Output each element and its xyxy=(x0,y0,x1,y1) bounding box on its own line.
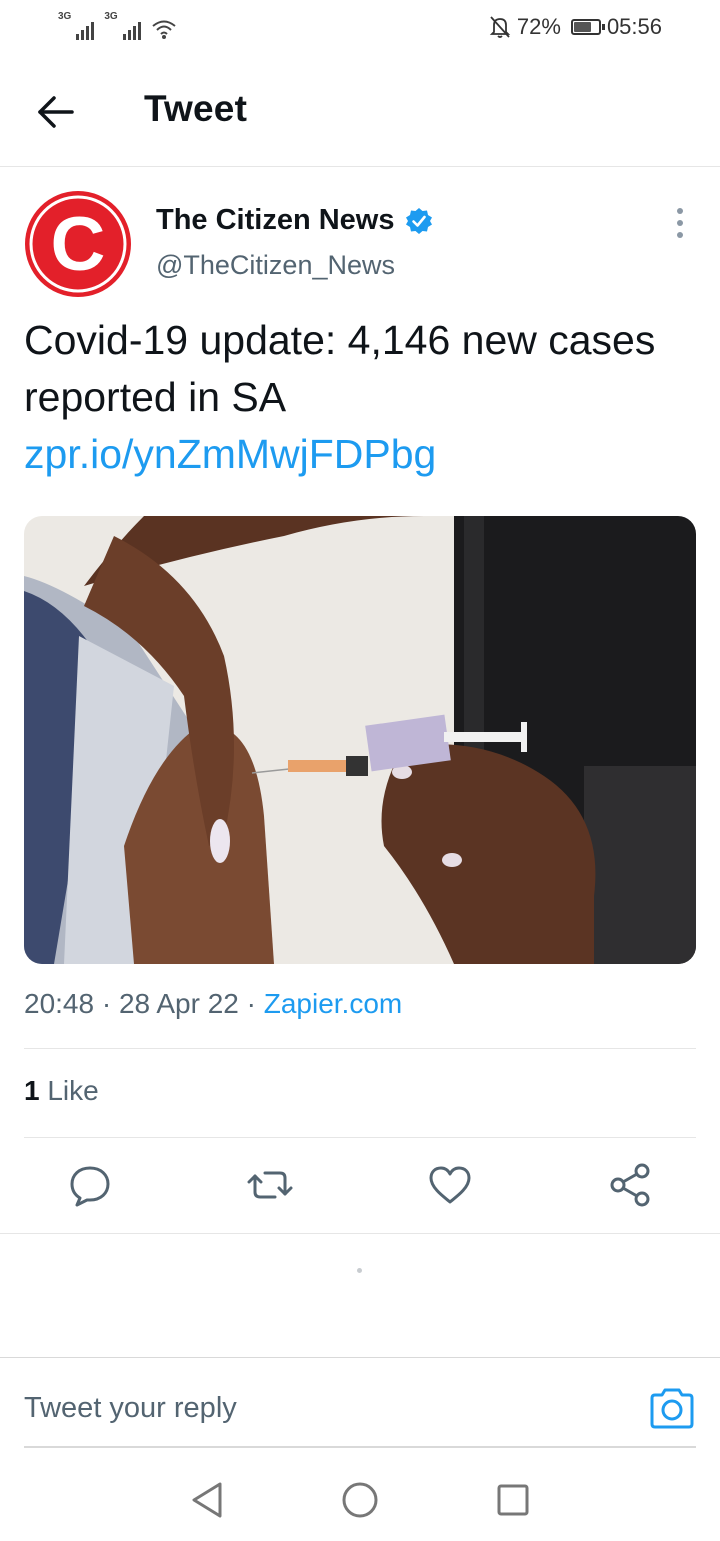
arrow-left-icon[interactable] xyxy=(34,90,78,134)
tweet-body: Covid-19 update: 4,146 new cases reporte… xyxy=(24,312,696,483)
likes-count[interactable]: 1 Like xyxy=(24,1075,99,1107)
avatar[interactable]: C xyxy=(24,190,132,298)
divider xyxy=(24,1048,696,1049)
clock: 05:56 xyxy=(606,14,662,39)
page-title: Tweet xyxy=(144,88,248,129)
network-type-1: 3G xyxy=(58,11,72,22)
tweet-date: 28 Apr 22 xyxy=(118,988,239,1019)
share-icon[interactable] xyxy=(605,1160,655,1210)
wifi-icon xyxy=(152,20,176,39)
tweet-time: 20:48 xyxy=(24,988,95,1019)
divider xyxy=(0,1357,720,1358)
like-icon[interactable] xyxy=(425,1160,475,1210)
author-handle[interactable]: @TheCitizen_News xyxy=(156,250,395,281)
more-options-icon[interactable] xyxy=(668,206,692,240)
author-name[interactable]: The Citizen News xyxy=(156,204,395,237)
camera-icon[interactable] xyxy=(648,1386,696,1430)
divider xyxy=(0,1233,720,1234)
status-right: 72% 05:56 xyxy=(489,12,662,42)
nav-recents-icon[interactable] xyxy=(494,1480,532,1520)
avatar-letter: C xyxy=(51,202,106,287)
divider xyxy=(24,1137,696,1138)
nav-back-icon[interactable] xyxy=(186,1478,228,1522)
battery-icon xyxy=(570,19,605,35)
loading-indicator xyxy=(357,1268,362,1273)
tweet-source[interactable]: Zapier.com xyxy=(264,988,403,1019)
retweet-icon[interactable] xyxy=(245,1160,295,1210)
nav-home-icon[interactable] xyxy=(340,1480,380,1520)
signal-icon xyxy=(76,18,95,40)
divider xyxy=(24,1446,696,1448)
reply-icon[interactable] xyxy=(65,1160,115,1210)
tweet-photo[interactable] xyxy=(24,516,696,964)
verified-badge-icon xyxy=(405,207,432,234)
network-type-2: 3G xyxy=(104,11,118,22)
signal-icon xyxy=(122,18,141,40)
battery-percent: 72% xyxy=(516,14,561,39)
tweet-meta: 20:48 · 28 Apr 22 · Zapier.com xyxy=(24,988,402,1020)
tweet-text: Covid-19 update: 4,146 new cases reporte… xyxy=(24,317,656,420)
likes-number: 1 xyxy=(24,1075,40,1106)
bell-off-icon xyxy=(489,16,511,38)
signal-indicators: 3G 3G xyxy=(58,12,177,40)
status-bar: 3G 3G 72% 05:56 xyxy=(0,0,720,54)
tweet-link[interactable]: zpr.io/ynZmMwjFDPbg xyxy=(24,426,696,483)
top-app-bar: Tweet xyxy=(0,56,720,167)
author-name-row[interactable]: The Citizen News xyxy=(156,204,433,237)
reply-input[interactable] xyxy=(24,1392,584,1425)
meta-separator: · xyxy=(101,988,112,1019)
meta-separator: · xyxy=(246,988,256,1019)
likes-label: Like xyxy=(47,1075,99,1106)
